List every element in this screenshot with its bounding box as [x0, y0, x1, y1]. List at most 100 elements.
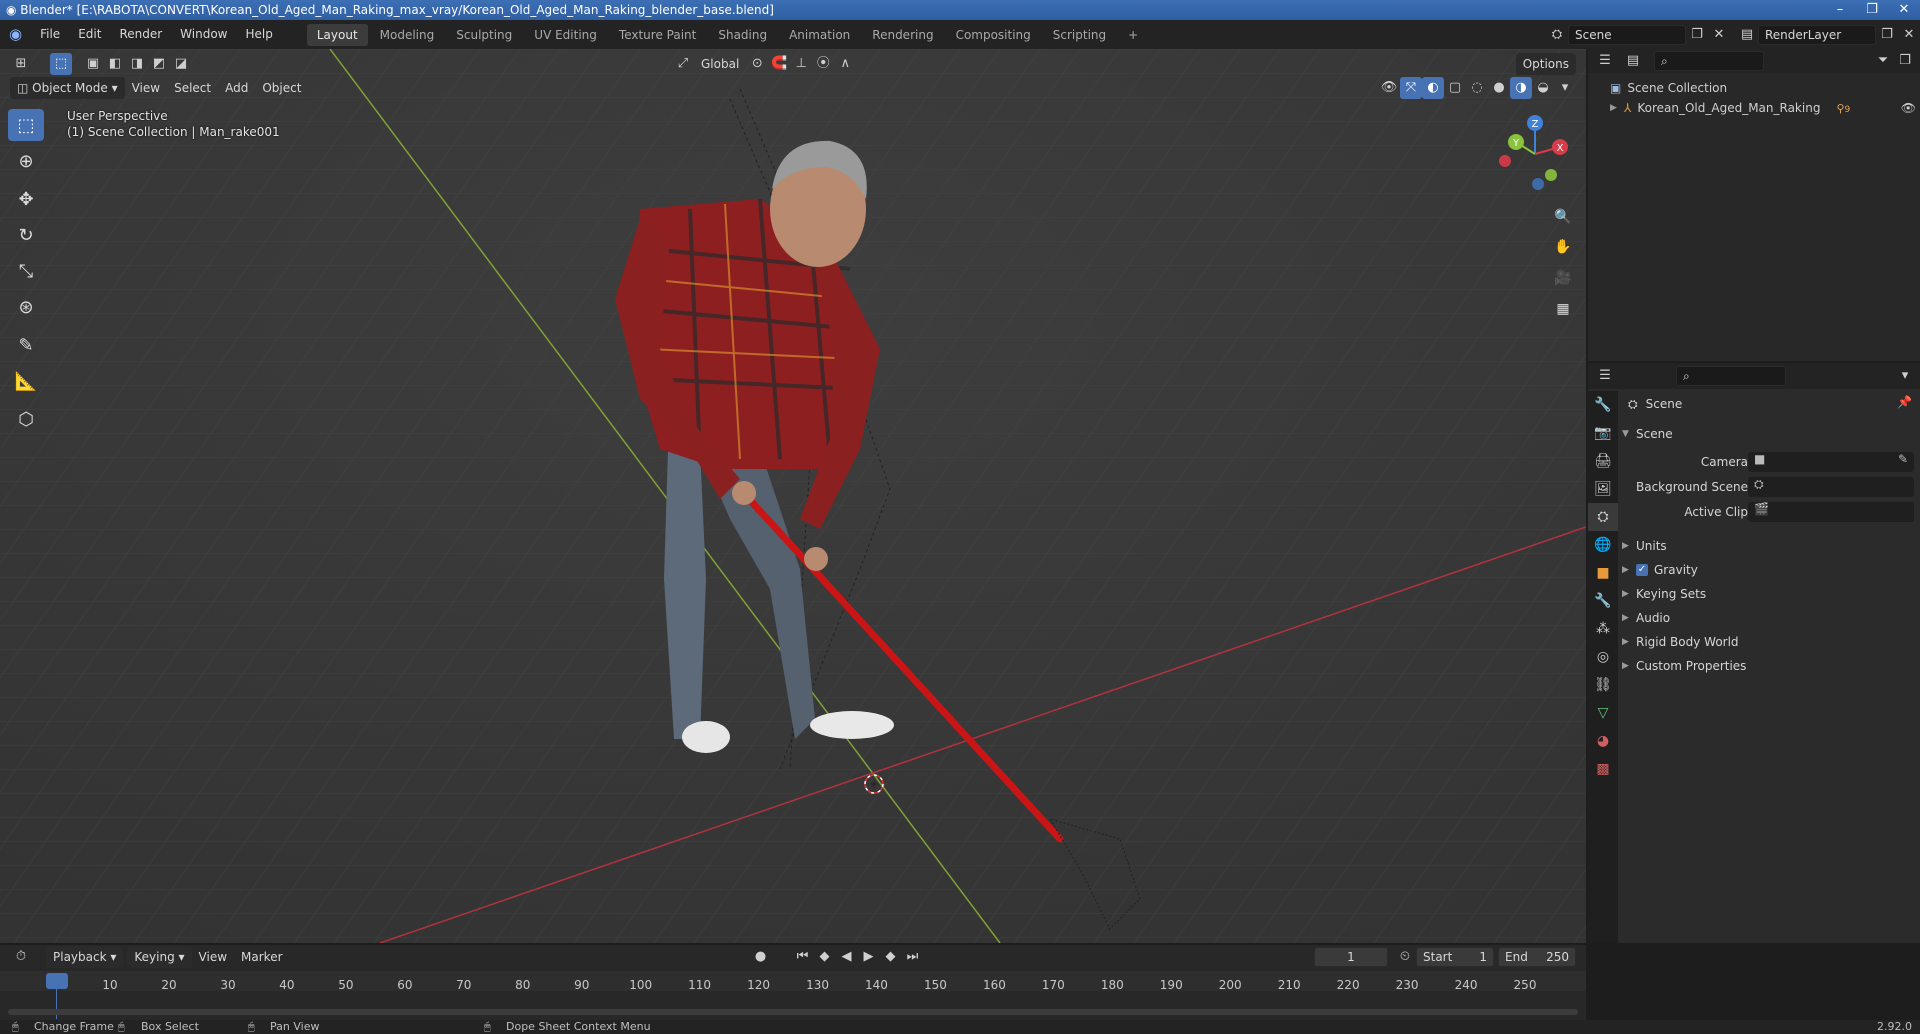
overlays-toggle-icon[interactable]: ◐	[1422, 77, 1444, 99]
gizmo-toggle-icon[interactable]: ⤧	[1400, 77, 1422, 99]
transform-orientation-icon[interactable]: ⤢	[672, 53, 694, 75]
pin-icon[interactable]: 📌	[1897, 395, 1912, 409]
keying-menu[interactable]: Keying ▾	[127, 946, 192, 968]
annotate-tool-icon[interactable]: ✎	[8, 329, 44, 361]
material-shading-icon[interactable]: ◑	[1510, 77, 1532, 99]
tab-animation[interactable]: Animation	[779, 24, 860, 46]
play-icon[interactable]: ▶	[858, 946, 880, 968]
add-cube-tool-icon[interactable]: ⬡	[8, 403, 44, 435]
add-workspace-button[interactable]: +	[1118, 24, 1148, 46]
outliner-root[interactable]: ▣ Scene Collection	[1610, 79, 1727, 97]
units-panel-header[interactable]: ▶ Units	[1622, 535, 1667, 557]
tab-texture-paint[interactable]: Texture Paint	[609, 24, 706, 46]
scene-panel-header[interactable]: ▼ Scene	[1622, 423, 1673, 445]
current-frame-field[interactable]: 1	[1314, 947, 1388, 967]
rotate-tool-icon[interactable]: ↻	[8, 219, 44, 251]
constraints-tab-icon[interactable]: ⛓	[1588, 671, 1618, 699]
play-reverse-icon[interactable]: ◀	[836, 946, 858, 968]
filter-icon[interactable]: ⏷	[1872, 50, 1894, 72]
measure-tool-icon[interactable]: 📐	[8, 365, 44, 397]
tab-modeling[interactable]: Modeling	[370, 24, 445, 46]
shading-options-icon[interactable]: ▾	[1554, 77, 1576, 99]
minimize-button[interactable]: –	[1824, 0, 1856, 20]
select-invert-icon[interactable]: ◩	[148, 53, 170, 75]
eyedropper-icon[interactable]: ✎	[1898, 452, 1908, 466]
cursor-tool-icon[interactable]: ⊕	[8, 145, 44, 177]
start-frame-field[interactable]: Start 1	[1416, 947, 1494, 967]
timeline-scrollbar[interactable]	[8, 1009, 1578, 1015]
close-button[interactable]: ✕	[1888, 0, 1920, 20]
snap-target-icon[interactable]: ⊥	[790, 53, 812, 75]
tab-scripting[interactable]: Scripting	[1043, 24, 1116, 46]
transform-orientation-dropdown[interactable]: Global	[694, 53, 746, 75]
falloff-icon[interactable]: ∧	[834, 53, 856, 75]
perspective-toggle-icon[interactable]: ▦	[1550, 296, 1576, 322]
menu-edit[interactable]: Edit	[69, 20, 110, 49]
view-layer-selector[interactable]: RenderLayer	[1758, 24, 1876, 45]
marker-menu[interactable]: Marker	[234, 946, 289, 968]
xray-toggle-icon[interactable]: ▢	[1444, 77, 1466, 99]
outliner-search-input[interactable]: ⌕	[1654, 51, 1764, 71]
menu-render[interactable]: Render	[110, 20, 171, 49]
jump-start-icon[interactable]: ⏮	[792, 946, 814, 968]
viewport-menu-view[interactable]: View	[125, 77, 167, 99]
camera-view-icon[interactable]: 🎥	[1550, 265, 1576, 291]
timeline-editor-type-icon[interactable]: ⏱	[10, 946, 32, 968]
material-tab-icon[interactable]: ◕	[1588, 727, 1618, 755]
keying-sets-panel-header[interactable]: ▶ Keying Sets	[1622, 583, 1706, 605]
jump-end-icon[interactable]: ⏭	[902, 946, 924, 968]
preview-range-icon[interactable]: ⏲	[1394, 946, 1416, 968]
viewport-menu-add[interactable]: Add	[218, 77, 255, 99]
output-tab-icon[interactable]: 🖨	[1588, 447, 1618, 475]
prev-keyframe-icon[interactable]: ◆	[814, 946, 836, 968]
render-tab-icon[interactable]: 📷	[1588, 419, 1618, 447]
scene-icon[interactable]: ⛭	[1546, 24, 1568, 46]
timeline-view-menu[interactable]: View	[192, 946, 234, 968]
view-layer-tab-icon[interactable]: 🖼	[1588, 475, 1618, 503]
expand-icon[interactable]: ▶	[1610, 103, 1624, 113]
end-frame-field[interactable]: End 250	[1498, 947, 1576, 967]
transform-tool-icon[interactable]: ⊛	[8, 291, 44, 323]
new-view-layer-icon[interactable]: ❐	[1876, 24, 1898, 46]
rigid-body-world-panel-header[interactable]: ▶ Rigid Body World	[1622, 631, 1739, 653]
properties-search-input[interactable]: ⌕	[1676, 366, 1786, 386]
playback-menu[interactable]: Playback ▾	[46, 946, 124, 968]
custom-properties-panel-header[interactable]: ▶ Custom Properties	[1622, 655, 1746, 677]
pivot-point-icon[interactable]: ⊙	[746, 53, 768, 75]
tab-rendering[interactable]: Rendering	[862, 24, 943, 46]
zoom-icon[interactable]: 🔍	[1550, 204, 1576, 230]
wireframe-shading-icon[interactable]: ◌	[1466, 77, 1488, 99]
editor-type-icon[interactable]: ⊞	[10, 53, 32, 75]
properties-editor-type-icon[interactable]: ☰	[1594, 365, 1616, 387]
gravity-panel-header[interactable]: ▶ ✓ Gravity	[1622, 559, 1698, 581]
menu-file[interactable]: File	[31, 20, 69, 49]
auto-keying-icon[interactable]: ●	[750, 946, 772, 968]
background-scene-field[interactable]: ⛭	[1748, 477, 1914, 497]
delete-view-layer-icon[interactable]: ✕	[1898, 24, 1920, 46]
navigation-gizmo[interactable]: Z Y X	[1490, 109, 1580, 199]
scale-tool-icon[interactable]: ⤡	[8, 255, 44, 287]
next-keyframe-icon[interactable]: ◆	[880, 946, 902, 968]
tab-shading[interactable]: Shading	[708, 24, 777, 46]
scene-tab-icon[interactable]: ⛭	[1588, 503, 1618, 531]
tab-uv-editing[interactable]: UV Editing	[524, 24, 607, 46]
delete-scene-icon[interactable]: ✕	[1708, 24, 1730, 46]
select-tool-icon[interactable]: ⬚	[8, 109, 44, 141]
proportional-edit-icon[interactable]: ⦿	[812, 53, 834, 75]
tool-tab-icon[interactable]: 🔧	[1588, 391, 1618, 419]
gravity-checkbox[interactable]: ✓	[1636, 564, 1648, 576]
tab-layout[interactable]: Layout	[306, 23, 368, 46]
select-extend-icon[interactable]: ◧	[104, 53, 126, 75]
audio-panel-header[interactable]: ▶ Audio	[1622, 607, 1670, 629]
options-dropdown[interactable]: Options	[1515, 53, 1576, 75]
3d-viewport[interactable]: ⊞ ⬚ ▣ ◧ ◨ ◩ ◪ ⤢ Global ⊙ 🧲 ⊥ ⦿ ∧ Options…	[0, 49, 1586, 943]
view-layer-icon[interactable]: ▤	[1736, 24, 1758, 46]
solid-shading-icon[interactable]: ●	[1488, 77, 1510, 99]
visibility-eye-icon[interactable]: 👁	[1901, 101, 1916, 115]
menu-help[interactable]: Help	[237, 20, 282, 49]
select-subtract-icon[interactable]: ◨	[126, 53, 148, 75]
data-tab-icon[interactable]: ▽	[1588, 699, 1618, 727]
camera-field[interactable]: ■ ✎	[1748, 452, 1914, 472]
visibility-icon[interactable]: 👁	[1378, 77, 1400, 99]
modifier-tab-icon[interactable]: 🔧	[1588, 587, 1618, 615]
